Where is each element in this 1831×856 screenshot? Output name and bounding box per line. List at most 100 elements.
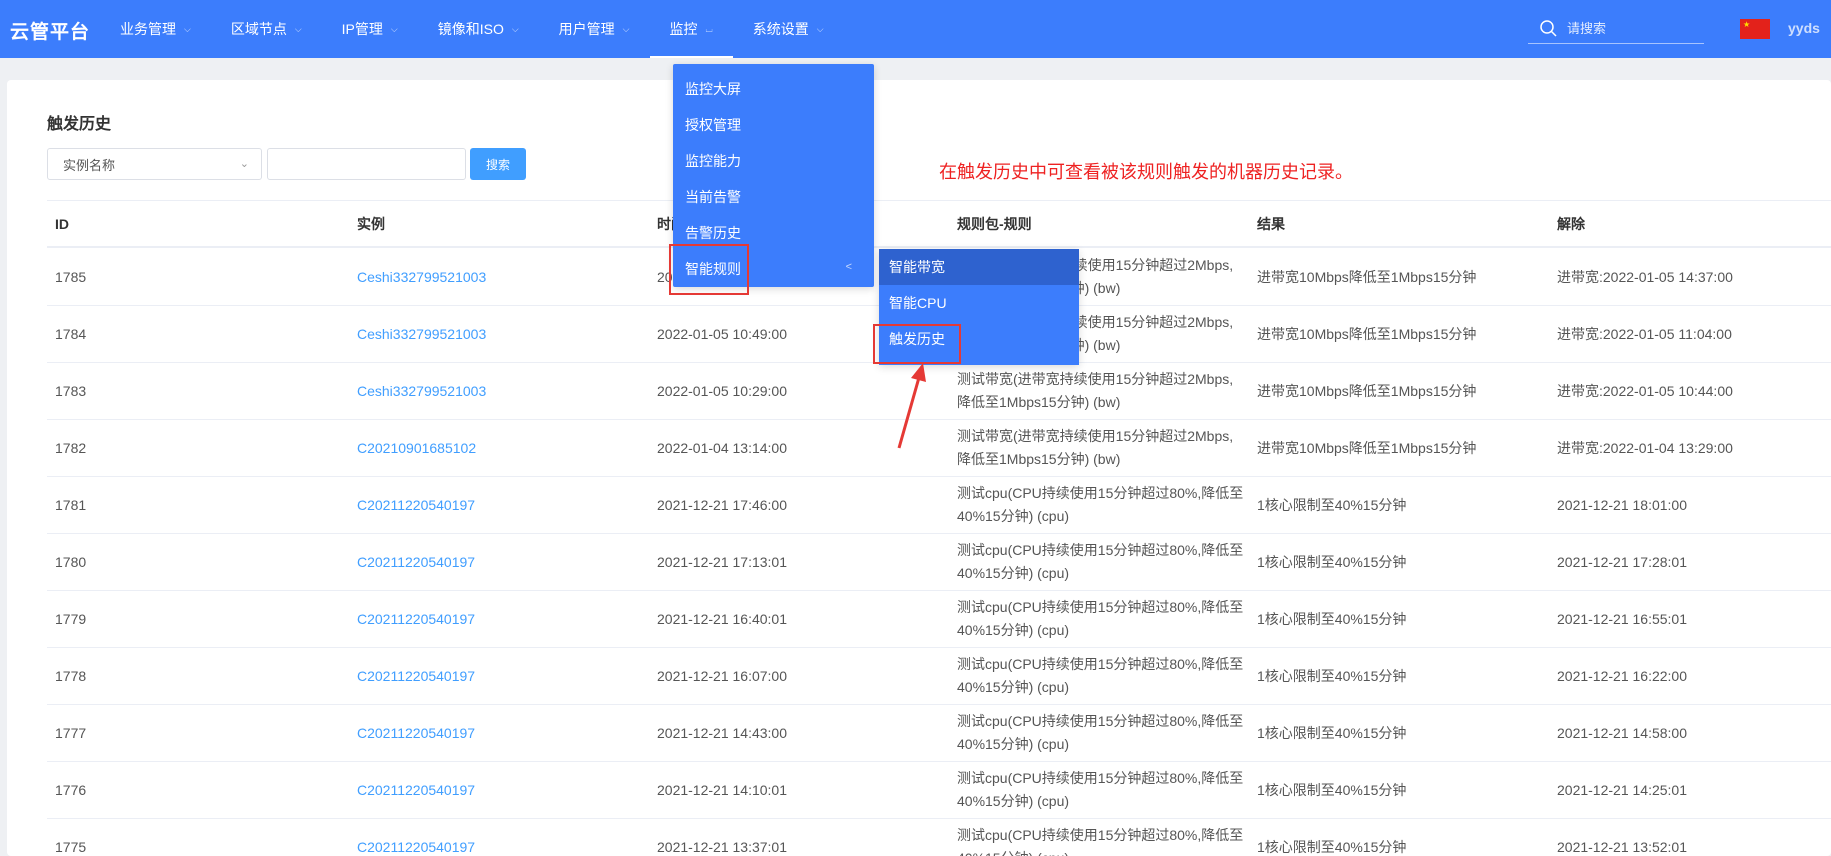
cell-rule: 测试cpu(CPU持续使用15分钟超过80%,降低至40%15分钟) (cpu)	[957, 713, 1244, 752]
annotation-arrow-icon	[897, 363, 926, 449]
cell-time: 2021-12-21 14:10:01	[657, 781, 787, 798]
cell-rule: 测试cpu(CPU持续使用15分钟超过80%,降低至40%15分钟) (cpu)	[957, 599, 1244, 638]
nav-label: 用户管理	[558, 21, 615, 37]
cell-time: 2022-01-04 13:14:00	[657, 439, 787, 456]
chevron-down-icon: ⌵	[184, 23, 191, 34]
cell-release: 进带宽:2022-01-05 10:44:00	[1557, 382, 1733, 399]
cell-result: 进带宽10Mbps降低至1Mbps15分钟	[1257, 382, 1477, 399]
chevron-left-icon: <	[845, 261, 852, 273]
nav-label: 系统设置	[752, 21, 809, 37]
cell-result: 1核心限制至40%15分钟	[1257, 553, 1407, 570]
cell-result: 进带宽10Mbps降低至1Mbps15分钟	[1257, 439, 1477, 456]
table-row: 1779 C20211220540197 2021-12-21 16:40:01…	[47, 591, 1831, 648]
cell-id: 1783	[55, 382, 87, 399]
annotation-text: 在触发历史中可查看被该规则触发的机器历史记录。	[939, 162, 1353, 182]
column-header-instance: 实例	[357, 216, 385, 232]
global-search	[1528, 14, 1704, 44]
instance-link[interactable]: Ceshi332799521003	[357, 306, 486, 362]
menu-item-authorization[interactable]: 授权管理	[673, 107, 874, 143]
search-input[interactable]	[1567, 21, 1697, 36]
user-name[interactable]: yyds	[1788, 20, 1820, 36]
table-row: 1776 C20211220540197 2021-12-21 14:10:01…	[47, 762, 1831, 819]
instance-link[interactable]: C20211220540197	[357, 705, 475, 761]
filter-text-input[interactable]	[267, 148, 466, 180]
table-row: 1775 C20211220540197 2021-12-21 13:37:01…	[47, 819, 1831, 856]
chevron-down-icon: ⌵	[390, 23, 398, 34]
cell-result: 1核心限制至40%15分钟	[1257, 781, 1407, 798]
cell-rule: 测试cpu(CPU持续使用15分钟超过80%,降低至40%15分钟) (cpu)	[957, 542, 1244, 581]
nav-label: 监控	[669, 21, 698, 37]
table-row: 1778 C20211220540197 2021-12-21 16:07:00…	[47, 648, 1831, 705]
instance-link[interactable]: Ceshi332799521003	[357, 249, 486, 305]
cell-id: 1781	[55, 496, 87, 513]
instance-link[interactable]: C20211220540197	[357, 591, 475, 647]
cell-id: 1785	[55, 268, 87, 285]
cell-result: 1核心限制至40%15分钟	[1257, 724, 1407, 741]
cell-rule: 测试带宽(进带宽持续使用15分钟超过2Mbps,降低至1Mbps15分钟) (b…	[957, 428, 1234, 467]
cell-id: 1782	[55, 439, 87, 456]
nav-label: 镜像和ISO	[437, 21, 504, 37]
cell-id: 1784	[55, 325, 87, 342]
app-logo[interactable]: 云管平台	[10, 17, 90, 44]
submenu-item-smart-bandwidth[interactable]: 智能带宽	[879, 249, 1079, 285]
cell-rule: 测试cpu(CPU持续使用15分钟超过80%,降低至40%15分钟) (cpu)	[957, 485, 1244, 524]
column-header-result: 结果	[1257, 216, 1285, 232]
instance-link[interactable]: C20211220540197	[357, 819, 475, 856]
cell-id: 1776	[55, 781, 87, 798]
nav-item-region[interactable]: 区域节点 ⌵	[211, 0, 322, 58]
china-flag-icon[interactable]: ★	[1740, 19, 1770, 39]
table-row: 1783 Ceshi332799521003 2022-01-05 10:29:…	[47, 363, 1831, 420]
chevron-down-icon: ⌵	[294, 23, 302, 34]
table-row: 1780 C20211220540197 2021-12-21 17:13:01…	[47, 534, 1831, 591]
instance-link[interactable]: Ceshi332799521003	[357, 363, 486, 419]
table-row: 1782 C20210901685102 2022-01-04 13:14:00…	[47, 420, 1831, 477]
highlight-box-smart-rules	[669, 244, 749, 295]
cell-result: 进带宽10Mbps降低至1Mbps15分钟	[1257, 268, 1477, 285]
submenu-item-smart-cpu[interactable]: 智能CPU	[879, 285, 1079, 321]
cell-release: 2021-12-21 13:52:01	[1557, 838, 1687, 855]
cell-rule: 测试cpu(CPU持续使用15分钟超过80%,降低至40%15分钟) (cpu)	[957, 770, 1244, 809]
cell-release: 2021-12-21 17:28:01	[1557, 553, 1687, 570]
instance-link[interactable]: C20211220540197	[357, 648, 475, 704]
nav-item-business[interactable]: 业务管理 ⌵	[100, 0, 211, 58]
menu-item-current-alerts[interactable]: 当前告警	[673, 179, 874, 215]
main-nav: 业务管理 ⌵ 区域节点 ⌵ IP管理 ⌵ 镜像和ISO ⌵ 用户管理 ⌵ 监控 ⌴ 系统设置…	[100, 0, 844, 58]
cell-time: 2021-12-21 16:40:01	[657, 610, 787, 627]
nav-label: 业务管理	[120, 21, 176, 37]
chevron-down-icon: ⌵	[622, 23, 630, 34]
chevron-up-icon: ⌴	[705, 23, 713, 34]
menu-item-dashboard[interactable]: 监控大屏	[673, 71, 874, 107]
cell-result: 1核心限制至40%15分钟	[1257, 667, 1407, 684]
table-header: ID 实例 时间 规则包-规则 结果 解除	[47, 200, 1831, 248]
top-navbar: 云管平台 业务管理 ⌵ 区域节点 ⌵ IP管理 ⌵ 镜像和ISO ⌵ 用户管理 ⌵ 监控 ⌴…	[0, 0, 1831, 58]
instance-link[interactable]: C20211220540197	[357, 762, 475, 818]
nav-item-image-iso[interactable]: 镜像和ISO ⌵	[418, 0, 539, 58]
nav-item-settings[interactable]: 系统设置 ⌵	[733, 0, 844, 58]
cell-result: 1核心限制至40%15分钟	[1257, 610, 1407, 627]
nav-item-monitor[interactable]: 监控 ⌴	[649, 0, 733, 58]
cell-rule: 测试带宽(进带宽持续使用15分钟超过2Mbps,降低至1Mbps15分钟) (b…	[957, 371, 1234, 410]
menu-item-capability[interactable]: 监控能力	[673, 143, 874, 179]
cell-time: 2022-01-05 10:49:00	[657, 325, 787, 342]
cell-release: 2021-12-21 18:01:00	[1557, 496, 1687, 513]
page-title: 触发历史	[47, 116, 112, 133]
cell-id: 1778	[55, 667, 87, 684]
chevron-down-icon: ⌄	[239, 158, 249, 170]
instance-filter-select[interactable]: 实例名称 ⌄	[47, 148, 262, 180]
instance-link[interactable]: C20210901685102	[357, 420, 476, 476]
cell-time: 2021-12-21 13:37:01	[657, 838, 787, 855]
nav-label: IP管理	[341, 21, 383, 37]
nav-item-ip[interactable]: IP管理 ⌵	[322, 0, 418, 58]
search-icon	[1540, 20, 1557, 37]
column-header-rule: 规则包-规则	[957, 216, 1032, 232]
cell-result: 1核心限制至40%15分钟	[1257, 496, 1407, 513]
instance-link[interactable]: C20211220540197	[357, 534, 475, 590]
nav-item-users[interactable]: 用户管理 ⌵	[539, 0, 650, 58]
instance-link[interactable]: C20211220540197	[357, 477, 475, 533]
cell-time: 2022-01-05 10:29:00	[657, 382, 787, 399]
cell-release: 2021-12-21 16:55:01	[1557, 610, 1687, 627]
search-button[interactable]: 搜索	[470, 148, 526, 180]
cell-rule: 测试cpu(CPU持续使用15分钟超过80%,降低至40%15分钟) (cpu)	[957, 827, 1244, 856]
table-row: 1777 C20211220540197 2021-12-21 14:43:00…	[47, 705, 1831, 762]
highlight-box-trigger-history	[873, 324, 961, 364]
